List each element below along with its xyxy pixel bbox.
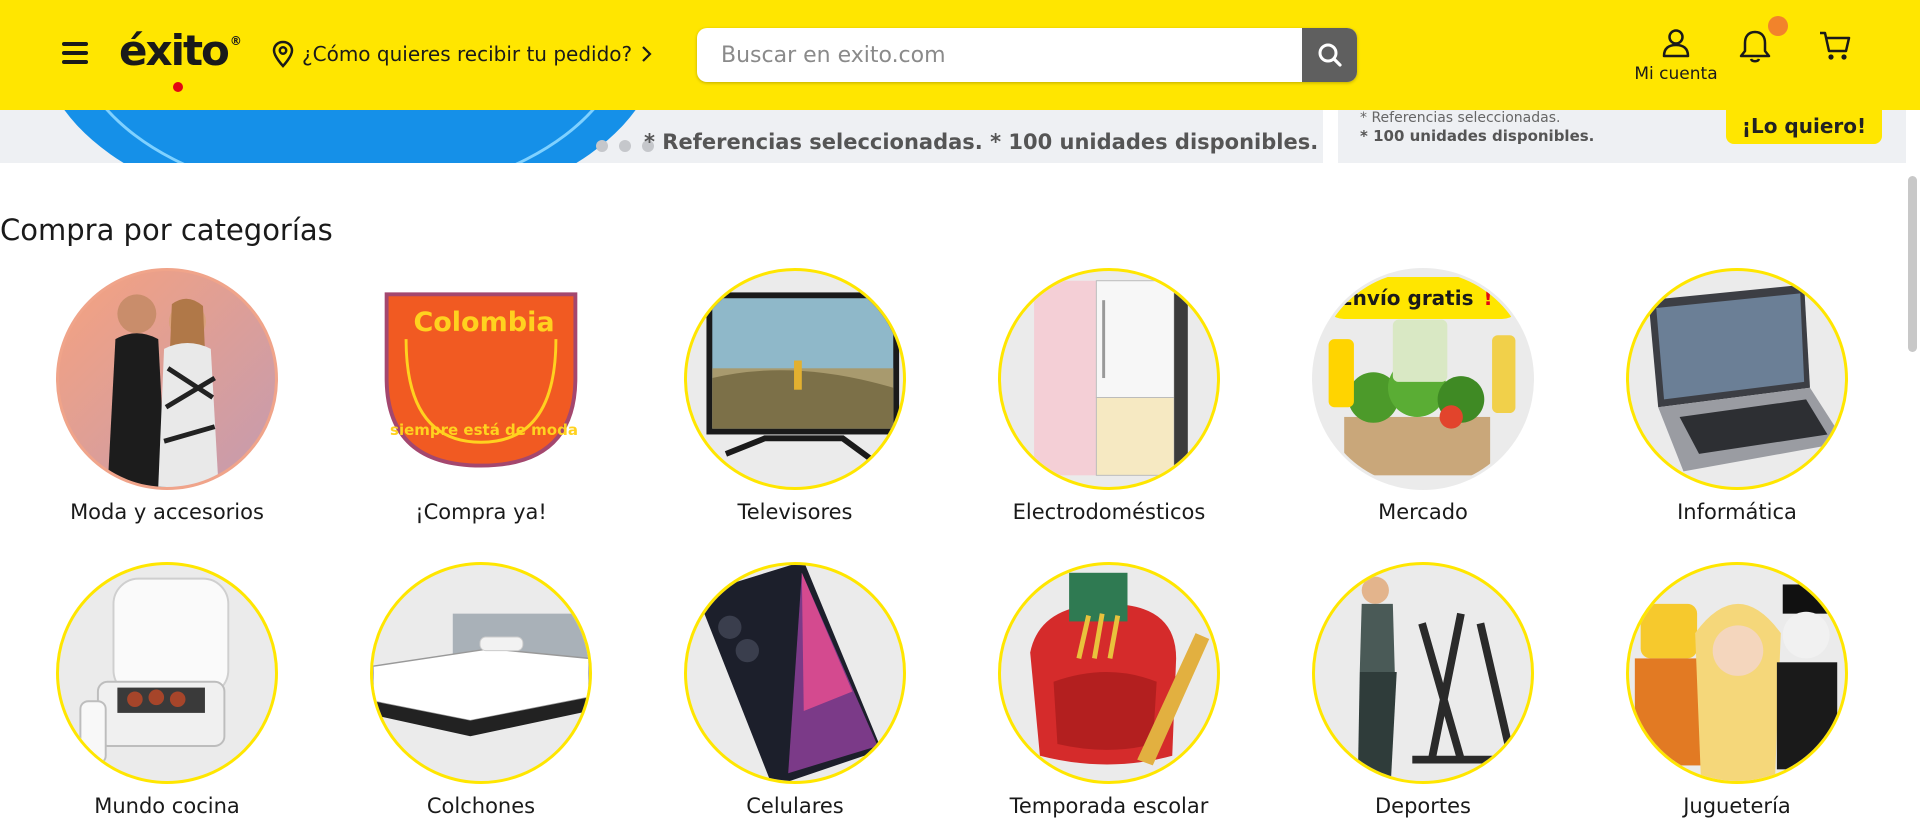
logo-registered-mark: ® (229, 34, 242, 48)
free-shipping-text: Envío gratis (1339, 286, 1474, 310)
location-pin-icon (272, 40, 294, 68)
category-label: Electrodomésticos (1012, 500, 1206, 524)
category-label: Colchones (426, 794, 536, 818)
category-jugueteria[interactable]: Juguetería (1580, 559, 1894, 818)
search-input[interactable] (697, 28, 1302, 82)
category-label: Televisores (737, 500, 853, 524)
category-compra-ya[interactable]: Colombia siempre está de moda ¡Compra ya… (324, 265, 638, 524)
logo-text: éxito (119, 26, 230, 75)
smartphone-image (684, 562, 906, 784)
air-fryer-image (56, 562, 278, 784)
colombia-badge-image: Colombia siempre está de moda (370, 268, 592, 490)
delivery-prompt-text: ¿Cómo quieres recibir tu pedido? (302, 42, 633, 66)
laptop-image (1626, 268, 1848, 490)
category-label: ¡Compra ya! (415, 500, 547, 524)
refrigerator-image (998, 268, 1220, 490)
user-icon (1662, 29, 1690, 58)
category-electrodomesticos[interactable]: Electrodomésticos (952, 265, 1266, 524)
side-banner-line1: * Referencias seleccionadas. (1360, 110, 1561, 126)
backpack-image (998, 562, 1220, 784)
category-informatica[interactable]: Informática (1580, 265, 1894, 524)
free-shipping-badge: Envío gratis! (1323, 277, 1523, 319)
category-celulares[interactable]: Celulares (638, 559, 952, 818)
category-colchones[interactable]: Colchones (324, 559, 638, 818)
carousel-dot[interactable] (596, 140, 608, 152)
category-label: Juguetería (1683, 794, 1791, 818)
exito-logo[interactable]: éxito ® (119, 26, 242, 92)
categories-title: Compra por categorías (0, 213, 333, 247)
logo-red-dot (173, 82, 183, 92)
notifications-button[interactable] (1738, 16, 1788, 68)
category-temporada-escolar[interactable]: Temporada escolar (952, 559, 1266, 818)
bell-icon (1739, 30, 1771, 63)
side-promo-banner[interactable]: * Referencias seleccionadas. * 100 unida… (1338, 110, 1906, 163)
category-mundo-cocina[interactable]: Mundo cocina (10, 559, 324, 818)
carousel-dot[interactable] (619, 140, 631, 152)
category-label: Moda y accesorios (70, 500, 264, 524)
site-header: éxito ® ¿Cómo quieres recibir tu pedido? … (0, 0, 1920, 110)
search-icon (1318, 43, 1342, 67)
page-scrollbar-thumb[interactable] (1908, 176, 1917, 352)
mattress-image (370, 562, 592, 784)
category-label: Celulares (746, 794, 844, 818)
elliptical-trainer-image (1312, 562, 1534, 784)
category-label: Deportes (1375, 794, 1471, 818)
delivery-location-selector[interactable]: ¿Cómo quieres recibir tu pedido? (272, 40, 652, 68)
category-label: Informática (1677, 500, 1797, 524)
shopping-cart-icon (1820, 31, 1851, 60)
account-button[interactable]: Mi cuenta (1630, 28, 1722, 84)
television-image (684, 268, 906, 490)
lo-quiero-button[interactable]: ¡Lo quiero! (1726, 110, 1882, 144)
category-label: Mundo cocina (94, 794, 240, 818)
colombia-badge-subtitle: siempre está de moda (390, 421, 578, 439)
promo-banner-carousel[interactable]: * Referencias seleccionadas. * 100 unida… (0, 110, 1323, 163)
category-moda[interactable]: Moda y accesorios (10, 265, 324, 524)
toys-image (1626, 562, 1848, 784)
cart-button[interactable] (1818, 30, 1852, 66)
banner-disclaimer: * Referencias seleccionadas. * 100 unida… (644, 130, 1319, 154)
chevron-right-icon (642, 46, 652, 62)
account-label: Mi cuenta (1634, 64, 1718, 84)
category-deportes[interactable]: Deportes (1266, 559, 1580, 818)
category-label: Temporada escolar (1009, 794, 1209, 818)
category-mercado[interactable]: Envío gratis! Mercado (1266, 265, 1580, 524)
search-button[interactable] (1302, 28, 1357, 82)
category-televisores[interactable]: Televisores (638, 265, 952, 524)
side-banner-line2: * 100 unidades disponibles. (1360, 127, 1595, 145)
colombia-badge-title: Colombia (413, 307, 555, 338)
exclamation-mark: ! (1483, 286, 1493, 310)
fashion-couple-image (56, 268, 278, 490)
search-bar (697, 28, 1357, 82)
menu-icon[interactable] (62, 42, 88, 66)
notification-dot (1768, 16, 1788, 36)
category-label: Mercado (1378, 500, 1468, 524)
groceries-image: Envío gratis! (1312, 268, 1534, 490)
